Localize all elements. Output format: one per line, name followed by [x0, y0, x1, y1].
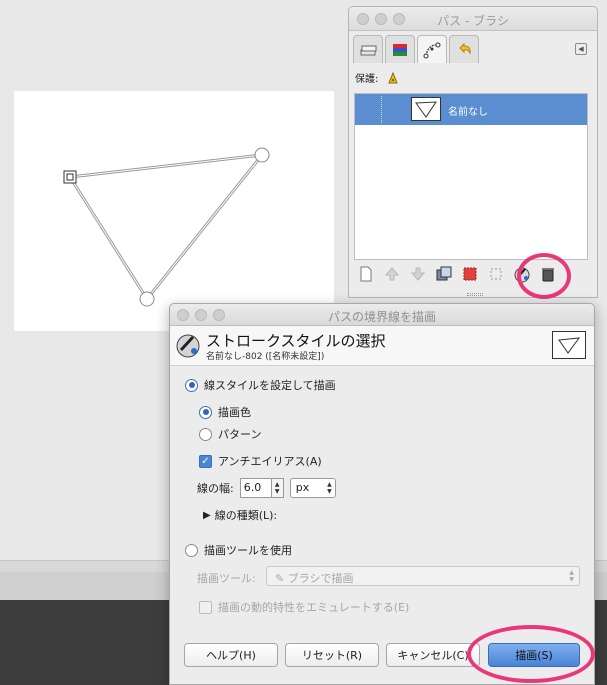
path-preview	[552, 331, 586, 359]
dock-menu-icon[interactable]: ◀	[575, 43, 587, 55]
dialog-titlebar: パスの境界線を描画	[170, 304, 594, 326]
line-width-label: 線の幅:	[197, 482, 234, 495]
help-button[interactable]: ヘルプ(H)	[184, 643, 278, 667]
paint-tool-select[interactable]: ✎ ブラシで描画 ▲ ▼	[266, 566, 580, 586]
tab-paths[interactable]	[417, 35, 447, 63]
paths-dock-panel: パス - ブラシ ◀ 保護: 名前なし	[348, 6, 598, 298]
stroke-line-radio[interactable]	[185, 378, 198, 392]
pattern-radio[interactable]	[199, 427, 212, 441]
brush-icon: ✎	[275, 572, 285, 585]
unit-select[interactable]: px ▲ ▼	[289, 478, 336, 498]
annotation-circle-stroke-button	[517, 253, 571, 299]
line-width-row: 線の幅: 6.0 ▲ ▼ px ▲ ▼	[197, 478, 336, 498]
dialog-heading: ストロークスタイルの選択	[206, 332, 386, 350]
dialog-subheading: 名前なし-802 ([名称未設定])	[206, 352, 325, 362]
stroke-line-label: 線スタイルを設定して描画	[204, 379, 336, 392]
paths-list[interactable]: 名前なし	[354, 93, 588, 260]
select-arrows-icon: ▲ ▼	[569, 569, 574, 583]
solid-color-radio[interactable]	[199, 405, 212, 419]
paint-tool-radio[interactable]	[185, 543, 198, 557]
line-width-input[interactable]: 6.0	[239, 478, 272, 498]
select-arrows-icon: ▲ ▼	[327, 481, 332, 495]
path-anchor-point	[139, 291, 155, 307]
annotation-circle-stroke-dialog-button	[467, 625, 595, 683]
paths-panel-titlebar: パス - ブラシ	[349, 7, 597, 31]
antialias-checkbox[interactable]: ✓	[199, 454, 212, 468]
arrow-down-icon	[411, 267, 425, 281]
dock-tabs	[353, 35, 479, 63]
panel-resize-handle[interactable]	[467, 293, 483, 296]
cancel-button[interactable]: キャンセル(C)	[386, 643, 480, 667]
line-style-label: 線の種類(L):	[214, 509, 278, 522]
paint-tool-field-label: 描画ツール:	[197, 572, 256, 585]
antialias-label: アンチエイリアス(A)	[218, 455, 322, 468]
line-width-stepper[interactable]: ▲ ▼	[271, 478, 284, 498]
solid-color-option[interactable]: 描画色	[199, 404, 251, 420]
paths-icon	[423, 42, 441, 58]
stroke-path-icon	[176, 334, 200, 358]
tab-channels[interactable]	[385, 35, 415, 63]
lock-row: 保護:	[355, 70, 400, 85]
path-anchor-point-selected	[63, 170, 77, 184]
expander-triangle-icon[interactable]: ▶	[203, 510, 211, 521]
emulate-dynamics-option[interactable]: 描画の動的特性をエミュレートする(E)	[199, 599, 409, 615]
path-anchor-point	[254, 147, 270, 163]
new-document-icon	[360, 266, 372, 282]
layers-icon	[360, 45, 377, 55]
selection-to-path-icon	[490, 268, 502, 280]
visibility-column[interactable]	[381, 96, 382, 123]
channels-icon	[393, 43, 407, 56]
dialog-header: ストロークスタイルの選択 名前なし-802 ([名称未設定])	[170, 326, 594, 366]
dialog-title: パスの境界線を描画	[327, 310, 436, 324]
unit-value: px	[295, 481, 310, 494]
tab-undo-history[interactable]	[449, 35, 479, 63]
selection-icon	[463, 267, 477, 281]
emulate-dynamics-checkbox[interactable]	[199, 600, 212, 614]
arrow-up-icon	[385, 267, 399, 281]
pattern-option[interactable]: パターン	[199, 426, 261, 442]
duplicate-icon	[436, 266, 452, 281]
selection-to-path-button[interactable]	[487, 265, 505, 283]
stroke-line-option[interactable]: 線スタイルを設定して描画	[185, 377, 336, 393]
tab-layers[interactable]	[353, 35, 383, 63]
antialias-option[interactable]: ✓ アンチエイリアス(A)	[199, 453, 322, 469]
paint-tool-option[interactable]: 描画ツールを使用	[185, 542, 292, 558]
undo-icon	[459, 42, 471, 55]
lock-pen-icon[interactable]	[386, 71, 400, 85]
path-name-label: 名前なし	[448, 107, 488, 118]
line-style-expander[interactable]: ▶ 線の種類(L):	[203, 507, 277, 523]
new-path-button[interactable]	[357, 265, 375, 283]
path-thumbnail	[411, 97, 441, 121]
reset-button[interactable]: リセット(R)	[285, 643, 379, 667]
solid-color-label: 描画色	[218, 406, 251, 419]
paint-tool-label: 描画ツールを使用	[204, 544, 292, 557]
paint-tool-field-label-row: 描画ツール:	[197, 570, 256, 586]
lock-label: 保護:	[355, 74, 379, 85]
lower-path-button[interactable]	[409, 265, 427, 283]
pattern-label: パターン	[218, 428, 262, 441]
duplicate-path-button[interactable]	[435, 265, 453, 283]
paths-panel-title: パス - ブラシ	[437, 14, 509, 28]
raise-path-button[interactable]	[383, 265, 401, 283]
list-item[interactable]: 名前なし	[355, 94, 587, 125]
emulate-dynamics-label: 描画の動的特性をエミュレートする(E)	[218, 601, 410, 614]
paint-tool-value: ブラシで描画	[287, 572, 354, 585]
path-to-selection-button[interactable]	[461, 265, 479, 283]
